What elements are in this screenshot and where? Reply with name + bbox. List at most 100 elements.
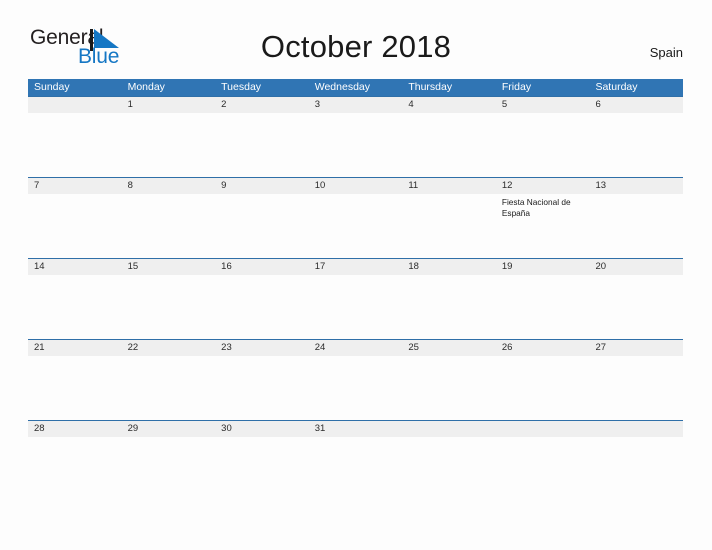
day-body	[215, 113, 309, 116]
day-number: 6	[595, 99, 601, 110]
calendar-day-cell[interactable]	[589, 420, 684, 448]
day-number: 14	[34, 261, 45, 272]
day-number-band: 28	[28, 420, 122, 437]
calendar-day-cell[interactable]: 23	[215, 339, 309, 420]
calendar-day-cell[interactable]: 25	[402, 339, 496, 420]
day-number-band: 6	[589, 96, 684, 113]
calendar-day-cell[interactable]: 21	[28, 339, 122, 420]
day-number-band: 2	[215, 96, 309, 113]
day-event: Fiesta Nacional de España	[501, 197, 571, 218]
day-number: 26	[501, 342, 513, 353]
calendar-day-cell[interactable]: 24	[308, 339, 403, 420]
day-number: 22	[127, 342, 139, 353]
day-number-band: 3	[308, 96, 403, 113]
calendar-day-cell[interactable]: 29	[121, 420, 216, 448]
day-body	[496, 356, 590, 359]
day-body	[215, 275, 309, 278]
weekday-header-wednesday: Wednesday	[314, 81, 370, 93]
day-number-band: 15	[121, 258, 216, 275]
calendar-day-cell[interactable]: 27	[589, 339, 684, 420]
calendar-day-cell[interactable]: 18	[402, 258, 496, 339]
day-number-band: 30	[215, 420, 309, 437]
weekday-header-saturday: Saturday	[595, 81, 638, 93]
calendar-day-cell[interactable]: 9	[215, 177, 309, 258]
day-body	[122, 275, 216, 278]
calendar-day-cell[interactable]: 14	[28, 258, 122, 339]
day-number: 19	[501, 261, 513, 272]
calendar-day-cell[interactable]	[402, 420, 496, 448]
day-number-band: 31	[308, 420, 403, 437]
day-number: 7	[34, 180, 40, 191]
day-body	[589, 113, 683, 116]
day-number: 23	[221, 342, 232, 353]
day-number: 11	[408, 180, 419, 191]
calendar-day-cell[interactable]: 17	[308, 258, 403, 339]
day-number: 3	[314, 99, 321, 110]
day-number-band: 25	[402, 339, 496, 356]
day-number-band: 8	[121, 177, 216, 194]
day-number-band: 11	[402, 177, 496, 194]
calendar-day-cell[interactable]: 31	[308, 420, 403, 448]
day-number: 5	[501, 99, 508, 110]
day-body	[309, 194, 403, 197]
calendar-day-cell[interactable]	[495, 420, 590, 448]
page-title: October 2018	[260, 29, 452, 64]
day-number: 29	[127, 423, 139, 434]
day-number-band: 26	[495, 339, 590, 356]
day-body	[589, 194, 683, 197]
day-body	[28, 194, 122, 197]
day-number-band: 20	[589, 258, 684, 275]
day-body	[589, 437, 683, 440]
day-body	[215, 194, 309, 197]
calendar-day-cell[interactable]: 13	[589, 177, 684, 258]
day-number-band: 17	[308, 258, 403, 275]
page-header: General Blue October 2018 Spain	[0, 0, 712, 67]
day-body	[28, 356, 122, 359]
calendar-day-cell[interactable]: 1	[121, 96, 216, 177]
calendar-week-row: 1 2 3 4 5 6	[28, 96, 684, 177]
calendar-grid: Sunday Monday Tuesday Wednesday Thursday…	[28, 79, 684, 448]
calendar-day-cell[interactable]: 15	[121, 258, 216, 339]
calendar-day-cell[interactable]: 19	[495, 258, 590, 339]
day-number: 2	[221, 99, 227, 110]
country-label: Spain	[649, 45, 683, 60]
day-number: 16	[221, 261, 232, 272]
calendar-day-cell[interactable]: 5	[495, 96, 590, 177]
calendar-day-cell[interactable]: 26	[495, 339, 590, 420]
day-body	[402, 194, 496, 197]
day-number: 30	[221, 423, 232, 434]
weekday-header-thursday: Thursday	[408, 81, 453, 93]
calendar-day-cell[interactable]: 8	[121, 177, 216, 258]
calendar-day-cell[interactable]: 16	[215, 258, 309, 339]
day-number-band: 9	[215, 177, 309, 194]
calendar-page: General Blue October 2018 Spain Sunday M…	[0, 0, 712, 550]
day-number-band: 4	[402, 96, 496, 113]
day-number: 13	[595, 180, 607, 191]
day-number-band: 23	[215, 339, 309, 356]
calendar-day-cell[interactable]: 7	[28, 177, 122, 258]
calendar-day-cell[interactable]: 28	[28, 420, 122, 448]
calendar-day-cell[interactable]: 10	[308, 177, 403, 258]
day-body	[309, 275, 403, 278]
day-body	[122, 113, 216, 116]
calendar-day-cell[interactable]: 20	[589, 258, 684, 339]
calendar-day-cell[interactable]: 6	[589, 96, 684, 177]
day-number: 18	[408, 261, 419, 272]
day-number-band	[589, 420, 684, 437]
day-body	[28, 437, 122, 440]
day-number: 12	[501, 180, 513, 191]
calendar-week-row: 28 29 30 31	[28, 420, 684, 448]
day-number-band	[28, 96, 122, 113]
day-number-band: 1	[121, 96, 216, 113]
calendar-day-cell[interactable]: 12 Fiesta Nacional de España	[495, 177, 590, 258]
calendar-day-cell[interactable]: 30	[215, 420, 309, 448]
day-number: 17	[314, 261, 326, 272]
calendar-day-cell[interactable]	[28, 96, 122, 177]
calendar-day-cell[interactable]: 22	[121, 339, 216, 420]
day-body	[309, 356, 403, 359]
calendar-day-cell[interactable]: 3	[308, 96, 403, 177]
calendar-day-cell[interactable]: 4	[402, 96, 496, 177]
calendar-day-cell[interactable]: 2	[215, 96, 309, 177]
day-body	[402, 113, 496, 116]
calendar-day-cell[interactable]: 11	[402, 177, 496, 258]
